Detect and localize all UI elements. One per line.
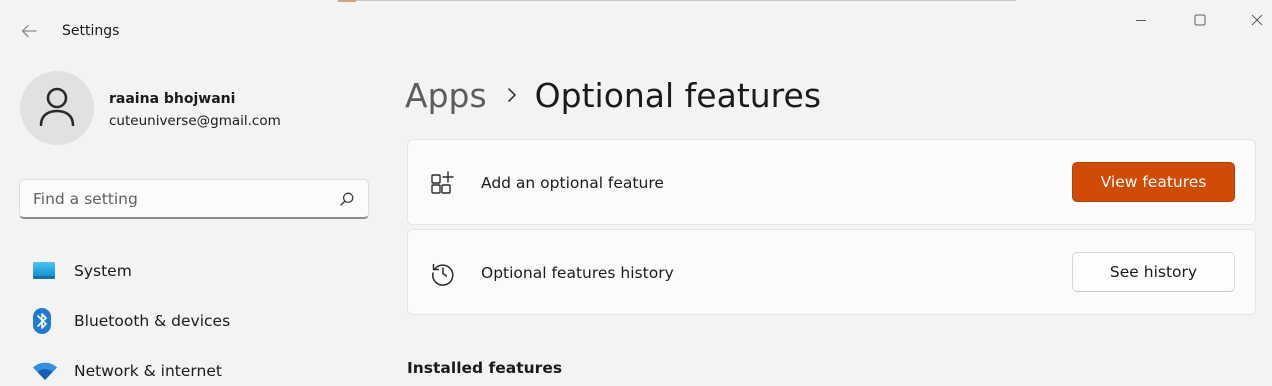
back-arrow-icon (21, 23, 37, 42)
view-features-button[interactable]: View features (1072, 162, 1235, 202)
maximize-icon (1194, 11, 1206, 30)
close-icon (1251, 11, 1263, 30)
installed-features-heading: Installed features (407, 359, 563, 377)
person-icon (38, 86, 76, 130)
breadcrumb-apps-link[interactable]: Apps (405, 76, 487, 115)
add-feature-icon (430, 170, 456, 196)
page-title: Optional features (534, 75, 822, 115)
search-box[interactable] (19, 179, 369, 219)
title-bar: Settings (0, 0, 1272, 62)
search-input[interactable] (20, 180, 330, 217)
sidebar-item-bluetooth[interactable]: Bluetooth & devices (20, 301, 370, 341)
sidebar-item-label: System (74, 262, 132, 280)
bluetooth-icon (20, 308, 68, 334)
sidebar-item-label: Network & internet (74, 362, 222, 380)
add-optional-feature-card: Add an optional feature View features (407, 139, 1256, 225)
back-button[interactable] (12, 18, 46, 46)
see-history-button[interactable]: See history (1072, 252, 1235, 292)
minimize-button[interactable] (1118, 8, 1164, 32)
optional-features-history-card: Optional features history See history (407, 229, 1256, 315)
history-label: Optional features history (481, 264, 674, 282)
avatar[interactable] (20, 71, 94, 145)
close-button[interactable] (1234, 8, 1272, 32)
sidebar-item-label: Bluetooth & devices (74, 312, 231, 330)
add-feature-label: Add an optional feature (481, 174, 664, 192)
user-email: cuteuniverse@gmail.com (109, 113, 281, 129)
sidebar-item-system[interactable]: System (20, 251, 370, 291)
sidebar-item-network[interactable]: Network & internet (20, 351, 370, 386)
search-icon[interactable] (340, 191, 354, 210)
user-name: raaina bhojwani (109, 91, 236, 107)
chevron-right-icon (507, 87, 517, 103)
minimize-icon (1135, 11, 1147, 30)
history-icon (430, 260, 456, 286)
wifi-icon (20, 361, 68, 381)
app-title: Settings (62, 23, 120, 39)
maximize-button[interactable] (1177, 8, 1223, 32)
system-icon (20, 261, 68, 281)
breadcrumb: Apps Optional features (405, 73, 821, 117)
